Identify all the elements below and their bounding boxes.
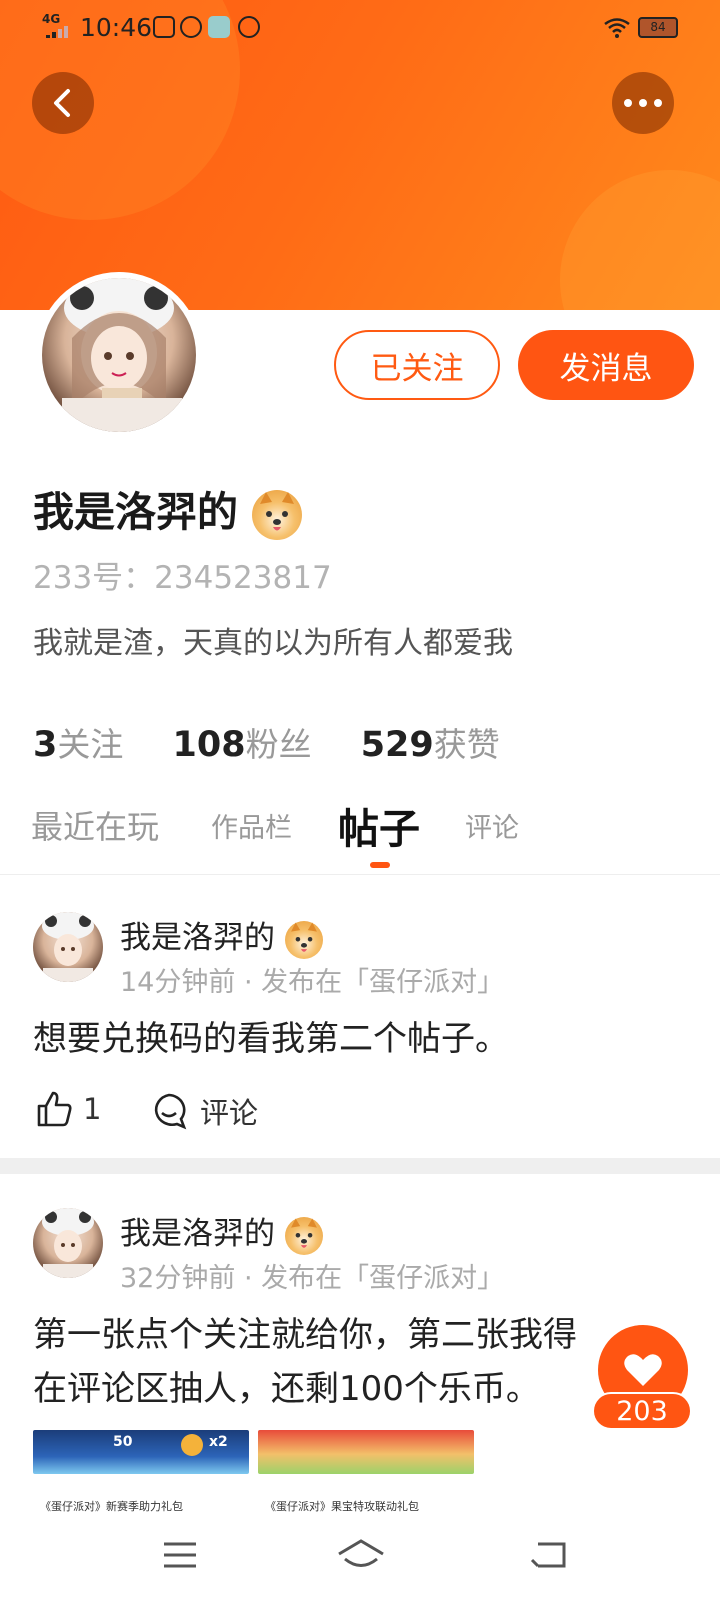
image-caption: 《蛋仔派对》新赛季助力礼包 [40,1500,183,1513]
dog-emoji-icon [284,920,323,959]
play-icon [180,16,202,38]
stat-label: 关注 [57,725,124,764]
post-author[interactable]: 我是洛羿的 [120,1208,323,1255]
stat-label: 粉丝 [245,725,312,764]
image-caption: 《蛋仔派对》果宝特攻联动礼包 [265,1500,419,1513]
thumbs-up-icon [37,1091,72,1127]
more-button[interactable] [612,72,674,134]
stat-following[interactable]: 3关注 [33,725,123,765]
image-badge: x2 [209,1434,228,1450]
clock: 10:46 [80,13,153,42]
status-bar: 4G 10:46 84 [0,0,720,58]
post-avatar[interactable] [33,912,103,982]
comment-button[interactable]: 评论 [150,1090,258,1132]
profile-name-text: 我是洛羿的 [33,488,238,536]
wechat-icon [238,16,260,38]
signal-icon [46,26,74,38]
like-count: 1 [83,1092,102,1126]
active-tab-indicator [370,862,390,868]
post-avatar[interactable] [33,1208,103,1278]
message-button[interactable]: 发消息 [518,330,694,400]
stat-number: 529 [360,725,434,765]
battery-level: 84 [650,20,666,34]
post-meta: 14分钟前 · 发布在「蛋仔派对」 [120,967,505,998]
dog-emoji-icon [252,490,303,540]
comment-icon [154,1093,187,1130]
home-icon[interactable] [336,1538,386,1572]
user-id: 233号：234523817 [33,560,332,596]
profile-tabs: 最近在玩 作品栏 帖子 评论 [0,790,720,870]
menu-icon[interactable] [162,1540,198,1570]
follow-button[interactable]: 已关注 [334,330,500,400]
post-author-name: 我是洛羿的 [120,1216,275,1252]
tab-recently-played[interactable]: 最近在玩 [31,790,159,860]
battery-icon: 84 [638,17,678,38]
more-horizontal-icon [624,99,662,107]
post-content[interactable]: 第一张点个关注就给你，第二张我得 在评论区抽人，还剩100个乐币。 [33,1308,577,1416]
system-nav-bar [0,1520,720,1600]
post-image-2[interactable] [258,1430,474,1474]
stat-likes[interactable]: 529获赞 [361,725,500,765]
stat-number: 108 [172,725,246,765]
post-author-name: 我是洛羿的 [120,920,275,956]
profile-name: 我是洛羿的 [33,478,303,540]
notification-icon [153,16,175,38]
like-button[interactable]: 1 [35,1090,101,1128]
tab-works[interactable]: 作品栏 [211,790,292,860]
post-content[interactable]: 想要兑换码的看我第二个帖子。 [33,1012,509,1066]
stat-label: 获赞 [433,725,500,764]
wifi-icon [604,18,630,43]
avatar-image [42,278,196,432]
heart-icon [624,1354,662,1386]
post-image-1[interactable]: 50 x2 [33,1430,249,1474]
stat-followers[interactable]: 108粉丝 [173,725,312,765]
floating-like-count: 203 [592,1392,692,1430]
chevron-left-icon [54,89,70,117]
banner-decoration [560,170,720,310]
dog-emoji-icon [284,1216,323,1255]
app-icon [208,16,230,38]
profile-stats: 3关注 108粉丝 529获赞 [33,718,538,766]
post-separator [0,1158,720,1174]
stat-number: 3 [33,725,58,765]
crown-icon [181,1434,203,1456]
divider [0,874,720,875]
comment-label: 评论 [200,1096,259,1130]
tab-posts[interactable]: 帖子 [338,790,420,860]
profile-bio: 我就是渣，天真的以为所有人都爱我 [33,626,513,661]
back-button[interactable] [32,72,94,134]
profile-avatar[interactable] [36,272,202,438]
post-author[interactable]: 我是洛羿的 [120,912,323,959]
tab-comments[interactable]: 评论 [465,790,519,860]
back-icon[interactable] [530,1540,566,1570]
post-meta: 32分钟前 · 发布在「蛋仔派对」 [120,1263,505,1294]
image-badge: 50 [113,1434,133,1450]
network-type: 4G [42,12,61,26]
